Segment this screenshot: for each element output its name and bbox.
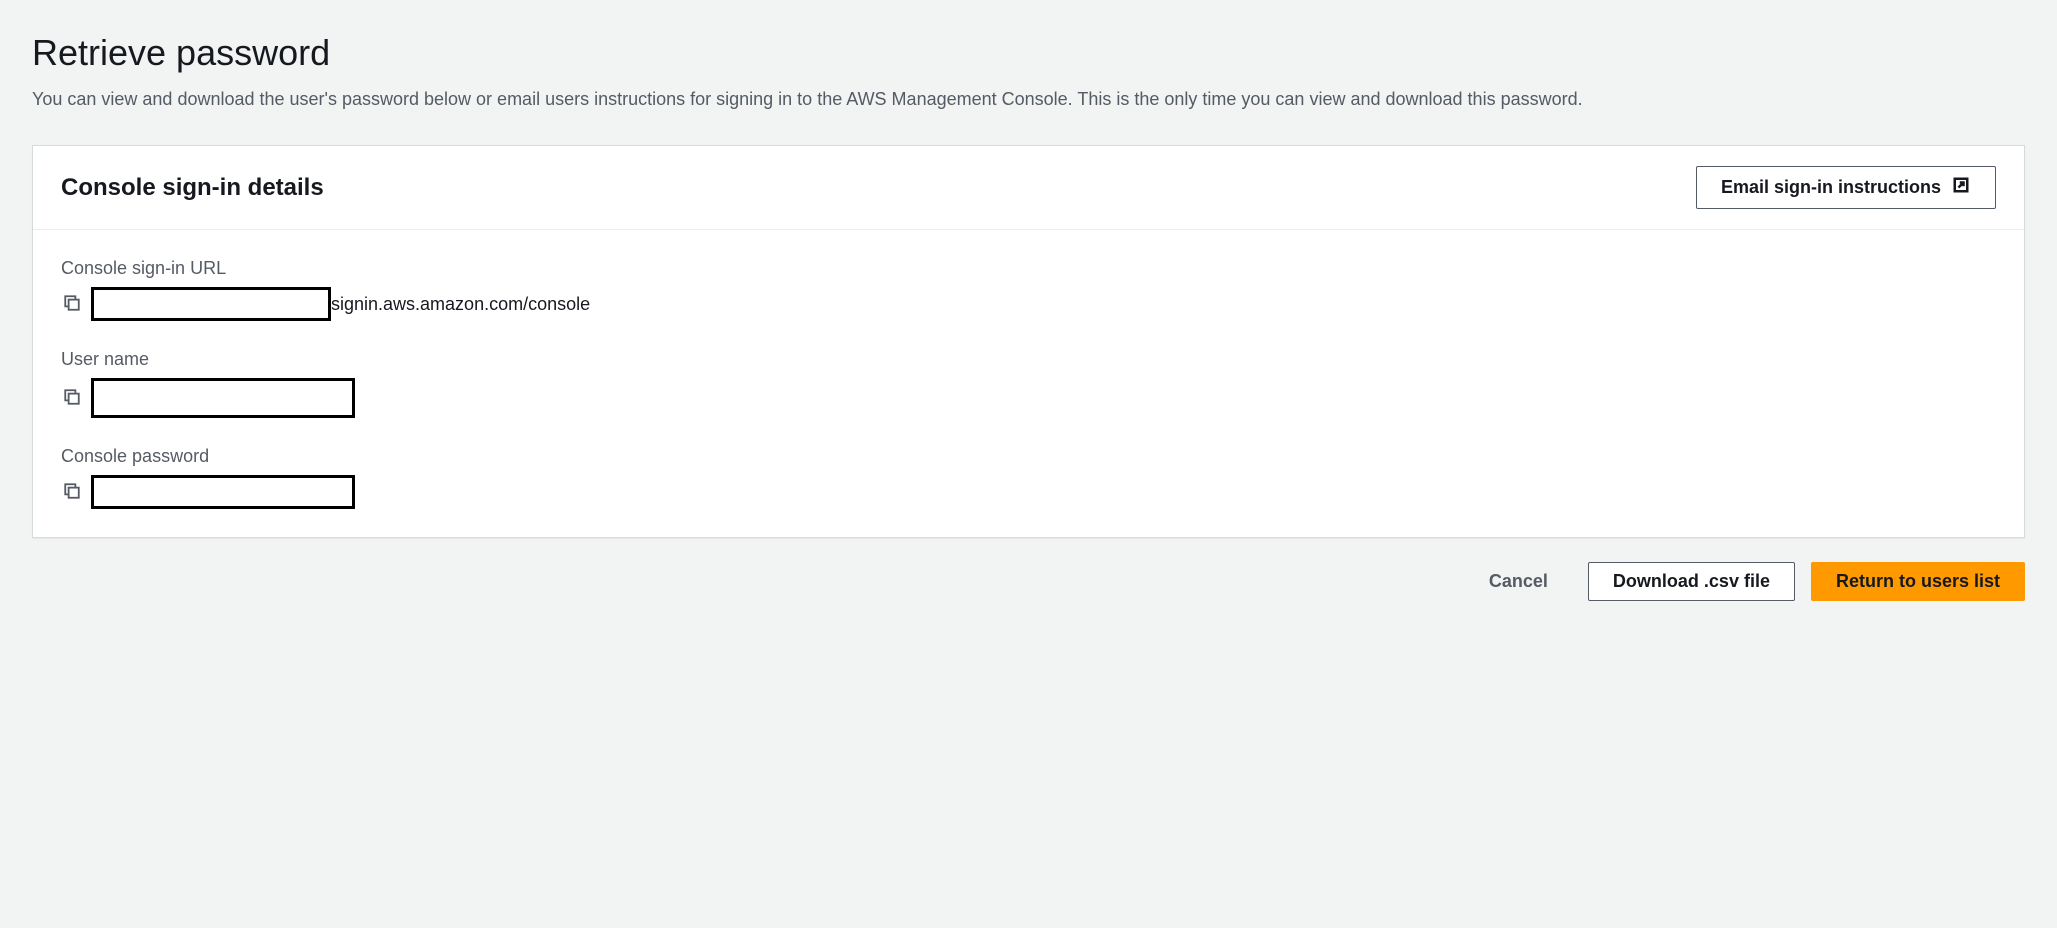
panel-body: Console sign-in URL signin.aws.amazon.co…	[33, 230, 2024, 537]
field-label-signin-url: Console sign-in URL	[61, 258, 1996, 279]
field-password: Console password	[61, 446, 1996, 509]
field-label-username: User name	[61, 349, 1996, 370]
field-signin-url: Console sign-in URL signin.aws.amazon.co…	[61, 258, 1996, 321]
panel-title: Console sign-in details	[61, 174, 324, 202]
cancel-button[interactable]: Cancel	[1465, 563, 1572, 600]
signin-url-suffix: signin.aws.amazon.com/console	[331, 294, 590, 315]
panel-header: Console sign-in details Email sign-in in…	[33, 146, 2024, 230]
download-csv-button[interactable]: Download .csv file	[1588, 562, 1795, 601]
copy-icon	[63, 388, 81, 409]
redacted-signin-url-prefix	[91, 287, 331, 321]
field-label-password: Console password	[61, 446, 1996, 467]
return-users-list-button[interactable]: Return to users list	[1811, 562, 2025, 601]
redacted-password	[91, 475, 355, 509]
external-link-icon	[1951, 175, 1971, 200]
copy-password-button[interactable]	[61, 480, 83, 505]
copy-signin-url-button[interactable]	[61, 292, 83, 317]
signin-details-panel: Console sign-in details Email sign-in in…	[32, 145, 2025, 538]
copy-username-button[interactable]	[61, 386, 83, 411]
page-title: Retrieve password	[32, 32, 2025, 74]
email-instructions-label: Email sign-in instructions	[1721, 177, 1941, 198]
email-instructions-button[interactable]: Email sign-in instructions	[1696, 166, 1996, 209]
field-value-signin-url: signin.aws.amazon.com/console	[61, 287, 1996, 321]
field-value-username	[61, 378, 1996, 418]
page-description: You can view and download the user's pas…	[32, 86, 2025, 113]
field-username: User name	[61, 349, 1996, 418]
footer-actions: Cancel Download .csv file Return to user…	[32, 562, 2025, 601]
field-value-password	[61, 475, 1996, 509]
copy-icon	[63, 482, 81, 503]
copy-icon	[63, 294, 81, 315]
redacted-username	[91, 378, 355, 418]
